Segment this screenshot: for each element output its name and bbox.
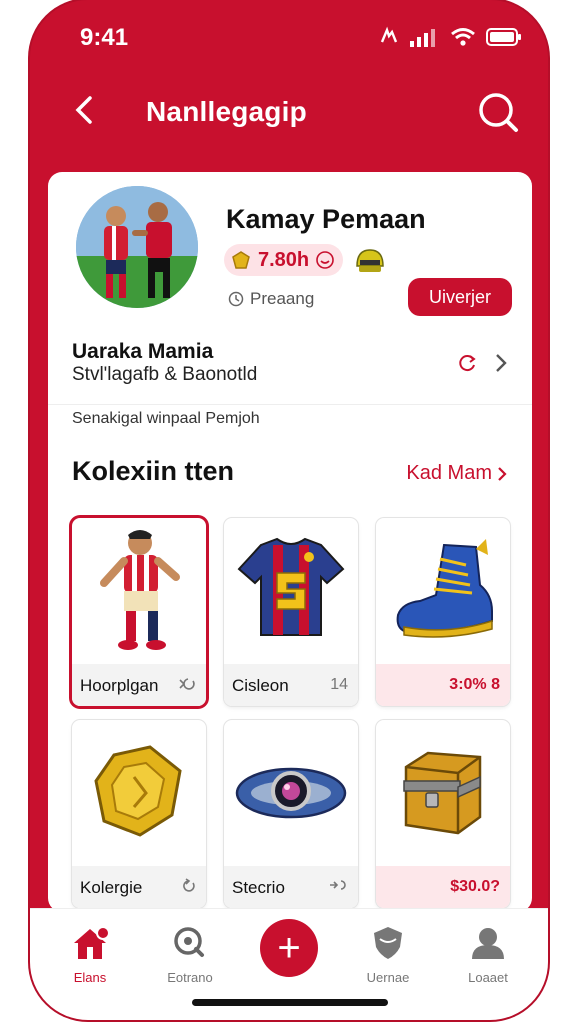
transfer-icon [330, 880, 346, 890]
profile-icon [472, 928, 504, 959]
collection-item[interactable]: 3:0% 8 [376, 518, 510, 706]
coin-icon [232, 251, 250, 269]
item-value [328, 878, 348, 897]
item-name: Stecrio [232, 878, 285, 897]
tab-team[interactable]: Uernae [348, 925, 428, 985]
players-photo-icon [76, 186, 198, 308]
bottom-tab-bar: Elans Eotrano + Uernae Loaaet [30, 908, 548, 1020]
primary-action-button[interactable]: Uiverjer [408, 278, 512, 316]
wifi-icon [451, 28, 475, 46]
battery-icon [486, 28, 521, 46]
item-price: $30.0? [450, 878, 500, 895]
item-name: Hoorplgan [80, 676, 159, 695]
item-name: Cisleon [232, 676, 289, 695]
collection-item[interactable]: Hoorplgan [72, 518, 206, 706]
refresh-icon [183, 878, 195, 892]
refresh-icon [179, 678, 195, 690]
search-icon[interactable] [476, 90, 520, 134]
back-arrow-icon[interactable] [66, 92, 102, 128]
team-name: Uaraka Mamia [72, 340, 214, 363]
status-icons [378, 26, 522, 48]
see-all-label: Kad Mam [406, 462, 492, 484]
tab-label: Eotrano [167, 970, 213, 985]
shield-icon [374, 927, 402, 959]
collection-item[interactable]: Kolergie [72, 720, 206, 908]
collection-item[interactable]: Stecrio [224, 720, 358, 908]
item-value [178, 676, 196, 697]
collection-title: Kolexiin tten [72, 456, 235, 486]
tab-explore[interactable]: Eotrano [150, 925, 230, 985]
jersey-icon [237, 537, 345, 636]
avatar [76, 186, 198, 308]
see-all-link[interactable]: Kad Mam [406, 462, 508, 485]
chevron-right-icon[interactable] [494, 352, 508, 374]
team-subtitle: Stvl'lagafb & Baonotld [72, 364, 258, 385]
collection-item[interactable]: $30.0? [376, 720, 510, 908]
signal-icon [410, 29, 435, 47]
tab-label: Elans [73, 970, 107, 985]
team-controls [456, 352, 508, 374]
coin-balance: 7.80h [224, 244, 344, 276]
gold-badge-icon [94, 745, 182, 837]
status-bar: 9:41 [30, 0, 548, 80]
home-icon [74, 926, 110, 959]
page-title: Nanllegagip [146, 96, 307, 127]
treasure-chest-icon [403, 751, 482, 835]
tab-label: Uernae [366, 970, 410, 985]
profile-card: Kamay Pemaan 7.80h Preaang Uiverjer Uara… [48, 172, 532, 912]
add-button[interactable]: + [260, 919, 318, 977]
tab-profile[interactable]: Loaaet [448, 925, 528, 985]
collection-item[interactable]: Cisleon 14 [224, 518, 358, 706]
coin-amount: 7.80h [258, 248, 310, 271]
item-price: 3:0% 8 [449, 676, 500, 693]
player-name: Kamay Pemaan [226, 204, 426, 234]
helmet-icon [356, 249, 384, 272]
player-figure-icon [100, 530, 180, 650]
item-name: Kolergie [80, 878, 143, 897]
clock-icon [228, 291, 244, 307]
item-value [178, 878, 196, 899]
bracelet-icon [235, 767, 347, 819]
presence-label: Preaang [250, 289, 315, 308]
app-header: Nanllegagip [30, 80, 548, 150]
clock: 9:41 [80, 24, 129, 51]
search-icon [174, 927, 204, 957]
item-value: 14 [330, 676, 348, 693]
hint-text: Senakigal winpaal Pemjoh [72, 410, 260, 427]
phone-frame: 9:41 Nanllegagip Kamay Pemaan 7.80h Prea… [30, 0, 548, 1020]
boot-icon [396, 539, 493, 638]
tab-home[interactable]: Elans [50, 925, 130, 985]
presence-status: Preaang [228, 289, 314, 309]
refresh-icon[interactable] [456, 352, 478, 374]
home-indicator [192, 999, 388, 1006]
team-row[interactable]: Uaraka Mamia Stvl'lagafb & Baonotld [48, 330, 532, 405]
tab-label: Loaaet [468, 970, 508, 985]
smiley-icon [316, 251, 334, 269]
network-icon [380, 26, 398, 43]
chevron-right-icon [498, 466, 507, 481]
